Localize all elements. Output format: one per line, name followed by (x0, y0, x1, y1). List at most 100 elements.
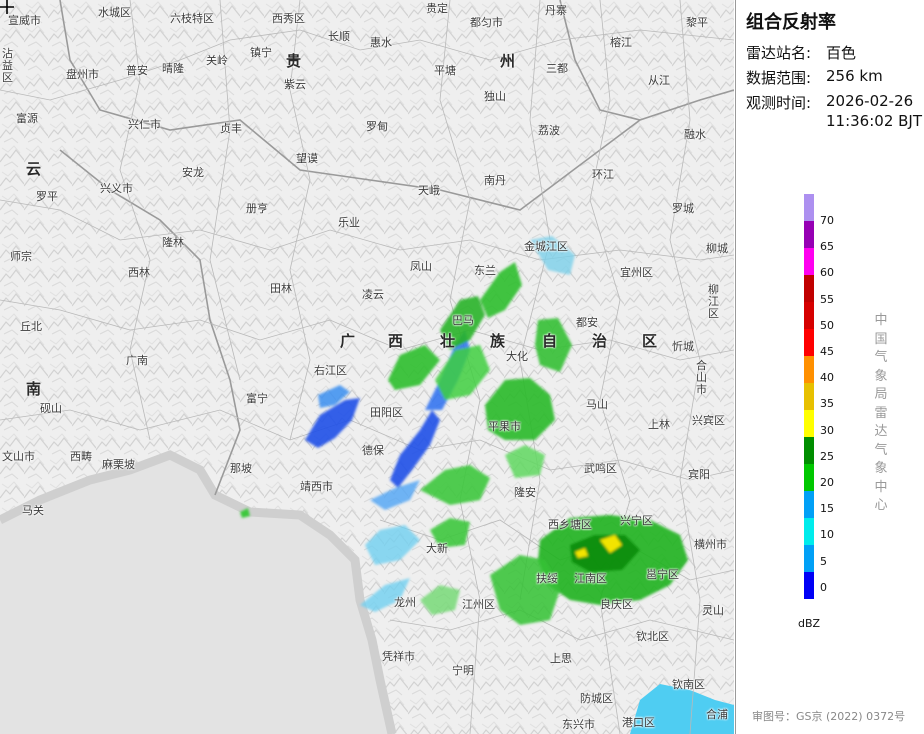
legend-swatch (804, 356, 814, 383)
place-label: 晴隆 (162, 62, 184, 75)
legend-swatch (804, 383, 814, 410)
legend-tick-label: 35 (820, 397, 834, 411)
place-label: 榕江 (610, 36, 632, 49)
place-label: 宾阳 (688, 468, 710, 481)
place-label: 合浦 (706, 708, 728, 721)
place-label: 隆林 (162, 236, 184, 249)
place-label: 柳江区 (708, 283, 719, 320)
legend-tick-label: 70 (820, 214, 834, 227)
place-label: 大新 (426, 542, 448, 555)
place-label: 田阳区 (370, 406, 403, 419)
place-label: 丘北 (20, 320, 42, 333)
place-label: 沾益区 (2, 47, 13, 84)
place-label: 良庆区 (600, 598, 633, 611)
place-label: 紫云 (284, 78, 306, 91)
legend-tick-label: 40 (820, 371, 834, 385)
place-label: 德保 (362, 444, 384, 457)
place-label: 罗平 (36, 190, 58, 203)
place-label: 兴宁区 (620, 514, 653, 527)
place-label: 西林 (128, 266, 150, 279)
place-label: 港口区 (622, 716, 655, 729)
place-label: 荔波 (538, 124, 560, 137)
legend-swatch (804, 518, 814, 545)
place-label: 田林 (270, 282, 292, 295)
range-label: 数据范围: (746, 69, 812, 87)
product-title: 组合反射率 (746, 12, 836, 33)
place-label: 钦北区 (636, 630, 669, 643)
legend-swatch (804, 194, 814, 221)
province-label: 广 (340, 332, 356, 350)
place-label: 师宗 (10, 250, 32, 263)
place-label: 凤山 (410, 260, 432, 273)
place-label: 盘州市 (66, 68, 99, 81)
place-label: 右江区 (314, 364, 347, 377)
place-label: 防城区 (580, 692, 613, 705)
info-panel: 组合反射率 雷达站名: 百色 数据范围: 256 km 观测时间: 2026-0… (735, 0, 924, 734)
legend-swatch (804, 410, 814, 437)
place-label: 忻城 (672, 340, 694, 353)
place-label: 龙州 (394, 596, 416, 609)
place-label: 平果市 (488, 420, 521, 433)
province-label: 州 (500, 52, 516, 70)
map-review-number: 审图号：GS京 (2022) 0372号 (752, 710, 906, 723)
legend-tick-label: 25 (820, 449, 834, 463)
legend-tick-label: 65 (820, 240, 834, 254)
province-label: 西 (388, 332, 404, 350)
province-label: 自 (542, 332, 558, 350)
legend-swatch (804, 464, 814, 491)
place-label: 长顺 (328, 30, 350, 43)
place-label: 西畴 (70, 450, 92, 463)
legend-tick-label: 55 (820, 292, 834, 306)
place-label: 贞丰 (220, 122, 242, 135)
place-label: 凌云 (362, 288, 384, 301)
place-label: 凭祥市 (382, 650, 415, 663)
station-label: 雷达站名: (746, 44, 812, 62)
place-label: 平塘 (434, 64, 456, 77)
place-label: 天峨 (418, 184, 440, 197)
legend-swatch (804, 545, 814, 572)
place-label: 水城区 (98, 6, 131, 19)
place-label: 六枝特区 (170, 12, 214, 25)
place-label: 上思 (550, 652, 572, 665)
place-label: 隆安 (514, 486, 536, 499)
place-label: 富源 (16, 112, 38, 125)
legend-swatch (804, 437, 814, 464)
map-canvas (0, 0, 734, 734)
place-label: 乐业 (338, 216, 360, 229)
place-label: 扶绥 (536, 572, 558, 585)
place-label: 马山 (586, 398, 608, 411)
time-date: 2026-02-26 (826, 92, 914, 110)
province-label: 族 (490, 332, 506, 350)
place-label: 罗甸 (366, 120, 388, 133)
legend-tick-label: 60 (820, 266, 834, 280)
place-label: 从江 (648, 74, 670, 87)
station-value: 百色 (826, 44, 857, 62)
legend-tick-label: 45 (820, 345, 834, 358)
place-label: 普安 (126, 64, 148, 77)
legend-tick-label: 5 (820, 554, 827, 568)
time-clock: 11:36:02 BJT (826, 112, 923, 130)
place-label: 安龙 (182, 166, 204, 179)
place-label: 宣威市 (8, 14, 41, 27)
legend-swatch (804, 329, 814, 356)
legend-swatch (804, 248, 814, 275)
legend-swatch (804, 221, 814, 248)
place-label: 广南 (126, 354, 148, 367)
place-label: 靖西市 (300, 480, 333, 493)
place-label: 独山 (484, 90, 506, 103)
place-label: 邕宁区 (646, 568, 679, 581)
province-label: 区 (642, 332, 658, 350)
place-label: 丹寨 (545, 4, 567, 17)
place-label: 镇宁 (250, 46, 272, 59)
province-label: 治 (592, 332, 608, 350)
legend-tick-label: 20 (820, 476, 834, 489)
radar-map[interactable]: 贵 州 云 南 广 西 壮 族 自 治 区 宣威市 水城区 六枝特区 西秀区 贵… (0, 0, 734, 734)
place-label: 上林 (648, 418, 670, 431)
place-label: 都安 (576, 316, 598, 329)
legend-tick-label: 50 (820, 318, 834, 332)
legend-tick-label: 15 (820, 502, 834, 516)
place-label: 兴义市 (100, 182, 133, 195)
province-label: 云 (26, 160, 42, 178)
time-label: 观测时间: (746, 94, 812, 112)
place-label: 江州区 (462, 598, 495, 611)
